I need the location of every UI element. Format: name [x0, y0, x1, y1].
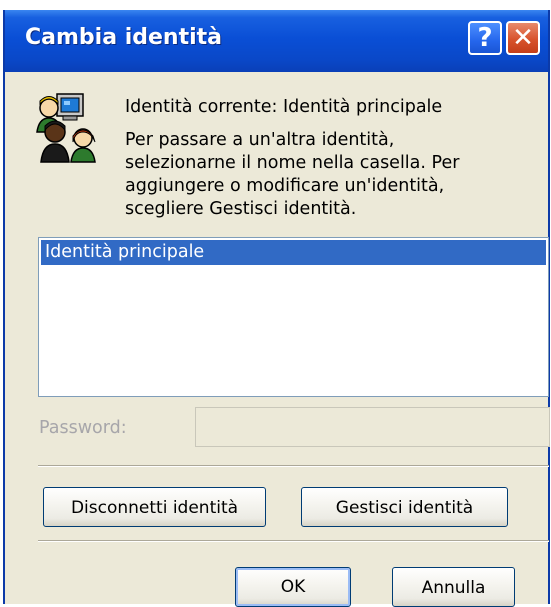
title-bar[interactable]: Cambia identità ? ✕ — [5, 10, 548, 72]
instructions-line-4: scegliere Gestisci identità. — [125, 199, 357, 219]
close-button[interactable]: ✕ — [506, 21, 540, 55]
instructions-line-2: selezionarne il nome nella casella. Per — [125, 153, 460, 173]
identity-info: Identità corrente: Identità principale P… — [125, 96, 525, 221]
manage-identities-button[interactable]: Gestisci identità — [301, 487, 508, 527]
list-item-identita-principale[interactable]: Identità principale — [41, 240, 546, 265]
window-title: Cambia identità — [25, 25, 223, 50]
help-icon: ? — [477, 23, 493, 53]
current-identity-label: Identità corrente: Identità principale — [125, 97, 443, 117]
identity-listbox[interactable]: Identità principale — [38, 237, 549, 397]
cancel-button[interactable]: Annulla — [392, 567, 515, 607]
password-field[interactable] — [195, 407, 550, 447]
instructions-line-3: aggiungere o modificare un'identità, — [125, 176, 445, 196]
instructions-line-1: Per passare a un'altra identità, — [125, 130, 395, 150]
change-identity-dialog: Cambia identità ? ✕ Identità corrente: I… — [3, 10, 550, 607]
close-icon: ✕ — [512, 23, 534, 53]
identity-users-icon — [33, 92, 103, 164]
password-label: Password: — [39, 418, 127, 438]
help-button[interactable]: ? — [468, 21, 502, 55]
separator-bottom — [38, 540, 549, 542]
separator-top — [38, 465, 549, 467]
disconnect-identity-button[interactable]: Disconnetti identità — [43, 487, 266, 527]
ok-button[interactable]: OK — [235, 567, 351, 607]
